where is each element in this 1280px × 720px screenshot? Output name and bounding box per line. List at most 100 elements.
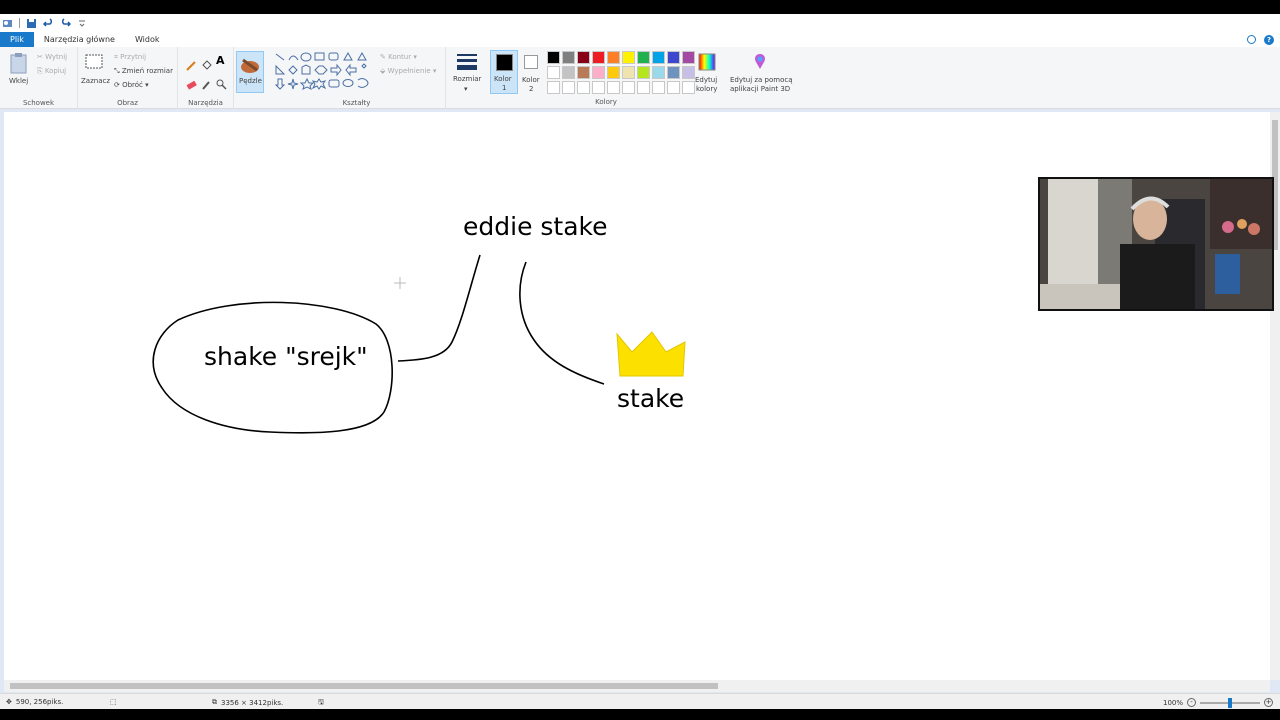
color1-button[interactable]: Kolor 1 <box>490 50 518 94</box>
edit-colors-button[interactable]: Edytuj kolory <box>695 51 721 95</box>
pencil-icon[interactable] <box>186 56 197 75</box>
help-icon[interactable]: ? <box>1264 34 1274 45</box>
color-swatch[interactable] <box>562 51 575 64</box>
color-swatch[interactable] <box>577 81 590 94</box>
horizontal-scroll-thumb[interactable] <box>10 683 718 689</box>
text-stake: stake <box>617 384 685 413</box>
tab-home[interactable]: Narzędzia główne <box>34 32 125 47</box>
paint-window: Plik Narzędzia główne Widok ? Wklej ✂ Wy… <box>0 0 1280 720</box>
color1-swatch <box>496 54 513 71</box>
paint3d-button[interactable]: Edytuj za pomocą aplikacji Paint 3D <box>728 51 794 95</box>
color-swatch[interactable] <box>547 66 560 79</box>
zoom-in-icon[interactable]: + <box>1264 698 1274 707</box>
bottom-black-bar <box>0 709 1280 720</box>
save-icon[interactable] <box>25 17 37 29</box>
cut-button[interactable]: ✂ Wytnij <box>37 53 67 61</box>
copy-button[interactable]: ⎘ Kopiuj <box>37 67 66 76</box>
zoom-slider-thumb[interactable] <box>1228 697 1233 708</box>
rotate-button[interactable]: ⟳ Obróć ▾ <box>114 81 149 89</box>
color-swatch[interactable] <box>652 66 665 79</box>
redo-icon[interactable] <box>59 17 71 29</box>
paint3d-label-1: Edytuj za pomocą <box>730 76 793 84</box>
zoom-controls: 100% - + <box>1163 697 1274 708</box>
paste-button[interactable]: Wklej <box>9 52 29 85</box>
color-picker-icon[interactable] <box>201 75 212 94</box>
paste-label: Wklej <box>9 77 29 85</box>
selection-size-icon: ⬚ <box>110 698 117 706</box>
color-swatch[interactable] <box>667 81 680 94</box>
color-swatch[interactable] <box>547 51 560 64</box>
zoom-slider[interactable] <box>1200 697 1261 708</box>
group-image: Zaznacz ⌗ Przytnij ⤡ Zmień rozmiar ⟳ Obr… <box>78 47 178 109</box>
size-button[interactable]: Rozmiar ▾ <box>452 52 482 97</box>
color-swatch[interactable] <box>652 51 665 64</box>
cursor-position: ✥ 590, 256piks. <box>6 698 63 706</box>
color-swatch[interactable] <box>667 66 680 79</box>
outline-label: Kontur <box>388 53 412 61</box>
image-group-label: Obraz <box>117 99 138 107</box>
color-swatch[interactable] <box>607 81 620 94</box>
color-swatch[interactable] <box>667 51 680 64</box>
color-swatch[interactable] <box>652 81 665 94</box>
tab-view[interactable]: Widok <box>125 32 170 47</box>
image-size: ⧉ 3356 × 3412piks. <box>212 698 283 707</box>
magnifier-icon[interactable] <box>216 75 227 94</box>
fill-dropdown[interactable]: ⬙ Wypełnienie ▾ <box>380 67 436 75</box>
horizontal-scrollbar[interactable] <box>4 680 1270 692</box>
paint3d-label-2: aplikacji Paint 3D <box>730 85 791 93</box>
clipboard-group-label: Schowek <box>22 99 55 107</box>
color-swatch[interactable] <box>562 81 575 94</box>
color-swatch[interactable] <box>682 81 695 94</box>
image-size-icon: ⧉ <box>212 698 217 706</box>
color-swatch[interactable] <box>622 51 635 64</box>
file-size: 🖫 <box>318 698 324 709</box>
brushes-label: Pędzle <box>239 77 262 85</box>
color-swatch[interactable] <box>562 66 575 79</box>
color-swatch[interactable] <box>637 51 650 64</box>
color-swatch[interactable] <box>592 81 605 94</box>
paint-app-icon[interactable] <box>2 17 14 29</box>
customize-toolbar-icon[interactable] <box>76 17 88 29</box>
text-icon[interactable]: A <box>216 54 225 67</box>
color-wheel-icon <box>698 53 716 71</box>
crop-button[interactable]: ⌗ Przytnij <box>114 53 146 62</box>
color-swatch[interactable] <box>592 51 605 64</box>
ribbon: Wklej ✂ Wytnij ⎘ Kopiuj Schowek Zaznacz … <box>0 47 1280 109</box>
shapes-gallery[interactable] <box>274 52 374 92</box>
color-swatch[interactable] <box>607 51 620 64</box>
brush-icon <box>241 58 259 73</box>
color-swatch[interactable] <box>547 81 560 94</box>
shapes-group-label: Kształty <box>342 99 371 107</box>
eraser-icon[interactable] <box>186 75 197 94</box>
crown-shape <box>616 331 686 377</box>
color-swatch[interactable] <box>682 66 695 79</box>
minimize-ribbon-icon[interactable] <box>1247 35 1256 44</box>
undo-icon[interactable] <box>42 17 54 29</box>
color-swatch[interactable] <box>682 51 695 64</box>
color-swatch[interactable] <box>637 66 650 79</box>
select-icon <box>85 54 103 69</box>
cursor-position-icon: ✥ <box>6 698 12 706</box>
color-swatch[interactable] <box>622 66 635 79</box>
tab-file[interactable]: Plik <box>0 32 34 47</box>
resize-label: Zmień rozmiar <box>121 67 173 75</box>
paint3d-icon <box>755 54 765 69</box>
group-clipboard: Wklej ✂ Wytnij ⎘ Kopiuj Schowek <box>0 47 78 109</box>
resize-button[interactable]: ⤡ Zmień rozmiar <box>114 67 173 76</box>
zoom-level-text: 100% <box>1163 698 1184 707</box>
selection-size: ⬚ <box>110 698 117 706</box>
color-swatch[interactable] <box>577 66 590 79</box>
select-button[interactable]: Zaznacz <box>81 53 110 85</box>
color2-swatch <box>524 55 538 69</box>
zoom-out-icon[interactable]: - <box>1187 698 1197 707</box>
fill-icon[interactable] <box>201 56 212 75</box>
outline-dropdown[interactable]: ✎ Kontur ▾ <box>380 53 417 61</box>
color2-button[interactable]: Kolor 2 <box>519 50 545 94</box>
color-swatch[interactable] <box>577 51 590 64</box>
brushes-button[interactable]: Pędzle <box>236 51 264 93</box>
color-swatch[interactable] <box>607 66 620 79</box>
color-swatch[interactable] <box>637 81 650 94</box>
line-size-icon <box>457 54 477 70</box>
color-swatch[interactable] <box>622 81 635 94</box>
color-swatch[interactable] <box>592 66 605 79</box>
